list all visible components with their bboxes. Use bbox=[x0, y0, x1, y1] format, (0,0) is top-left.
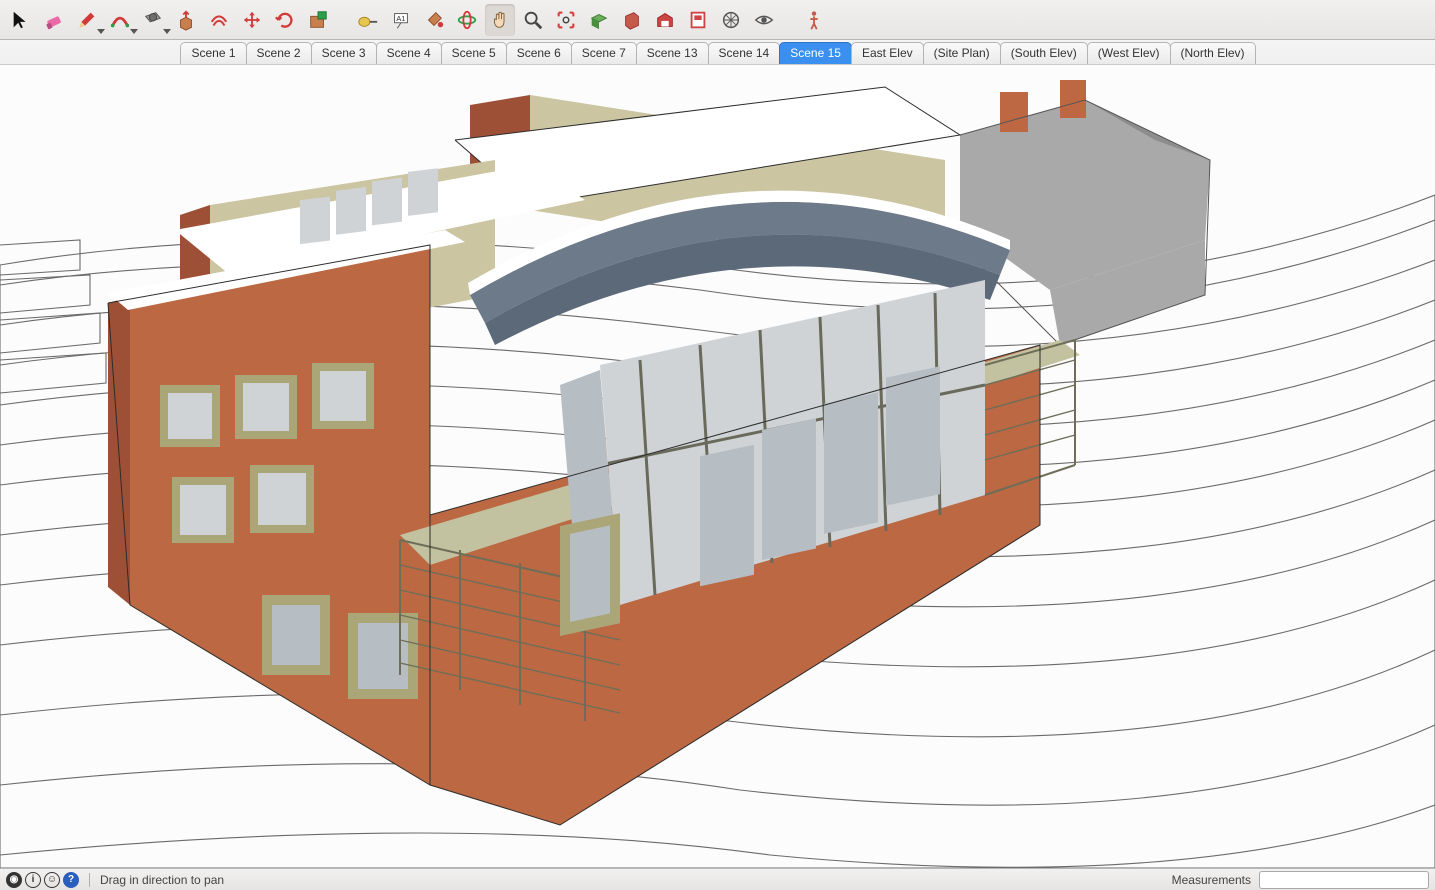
scene-tab[interactable]: Scene 14 bbox=[708, 42, 781, 64]
scene-tab[interactable]: Scene 13 bbox=[636, 42, 709, 64]
eye-icon[interactable] bbox=[749, 4, 779, 36]
scene-tab[interactable]: Scene 15 bbox=[779, 42, 852, 64]
text-label-icon[interactable]: A1 bbox=[386, 4, 416, 36]
scene-tab[interactable]: (West Elev) bbox=[1087, 42, 1171, 64]
human-figure-icon[interactable] bbox=[799, 4, 829, 36]
style-builder-icon[interactable] bbox=[716, 4, 746, 36]
zoom-extents-icon[interactable] bbox=[551, 4, 581, 36]
status-hint: Drag in direction to pan bbox=[100, 873, 224, 887]
orbit-icon[interactable] bbox=[452, 4, 482, 36]
scene-tab[interactable]: Scene 2 bbox=[246, 42, 312, 64]
measurements-input[interactable] bbox=[1259, 871, 1429, 889]
scene-tab[interactable]: Scene 6 bbox=[506, 42, 572, 64]
svg-text:A1: A1 bbox=[396, 13, 405, 22]
pan-hand-icon[interactable] bbox=[485, 4, 515, 36]
select-cursor-icon[interactable] bbox=[6, 4, 36, 36]
eraser-icon[interactable] bbox=[39, 4, 69, 36]
scene-tab[interactable]: Scene 5 bbox=[441, 42, 507, 64]
3d-viewport[interactable] bbox=[0, 65, 1435, 868]
scene-tab[interactable]: (Site Plan) bbox=[923, 42, 1001, 64]
scene-tab[interactable]: (South Elev) bbox=[1000, 42, 1088, 64]
pencil-icon[interactable] bbox=[72, 4, 102, 36]
offset-icon[interactable] bbox=[204, 4, 234, 36]
scene-tab[interactable]: East Elev bbox=[851, 42, 924, 64]
layout-icon[interactable] bbox=[683, 4, 713, 36]
tape-measure-icon[interactable] bbox=[353, 4, 383, 36]
status-user-icon[interactable]: ☺ bbox=[44, 872, 60, 888]
scene-tab[interactable]: Scene 4 bbox=[376, 42, 442, 64]
zoom-icon[interactable] bbox=[518, 4, 548, 36]
paint-bucket-icon[interactable] bbox=[419, 4, 449, 36]
move-icon[interactable] bbox=[237, 4, 267, 36]
measurements-label: Measurements bbox=[1172, 873, 1251, 887]
scene-tab[interactable]: (North Elev) bbox=[1170, 42, 1256, 64]
scene-tab[interactable]: Scene 3 bbox=[311, 42, 377, 64]
arc-icon[interactable] bbox=[105, 4, 135, 36]
3d-warehouse-icon[interactable] bbox=[650, 4, 680, 36]
status-credits-icon[interactable]: i bbox=[25, 872, 41, 888]
main-toolbar: A1 bbox=[0, 0, 1435, 40]
add-location-icon[interactable] bbox=[617, 4, 647, 36]
status-bar: ◉ i ☺ ? Drag in direction to pan Measure… bbox=[0, 868, 1435, 890]
scene-tabs-bar: Scene 1Scene 2Scene 3Scene 4Scene 5Scene… bbox=[0, 40, 1435, 65]
scale-icon[interactable] bbox=[303, 4, 333, 36]
shape-rectangle-icon[interactable] bbox=[138, 4, 168, 36]
status-help-icon[interactable]: ? bbox=[63, 872, 79, 888]
scene-tab[interactable]: Scene 1 bbox=[180, 42, 246, 64]
push-pull-icon[interactable] bbox=[171, 4, 201, 36]
rotate-icon[interactable] bbox=[270, 4, 300, 36]
scene-tab[interactable]: Scene 7 bbox=[571, 42, 637, 64]
section-plane-icon[interactable] bbox=[584, 4, 614, 36]
status-geolocation-icon[interactable]: ◉ bbox=[6, 872, 22, 888]
